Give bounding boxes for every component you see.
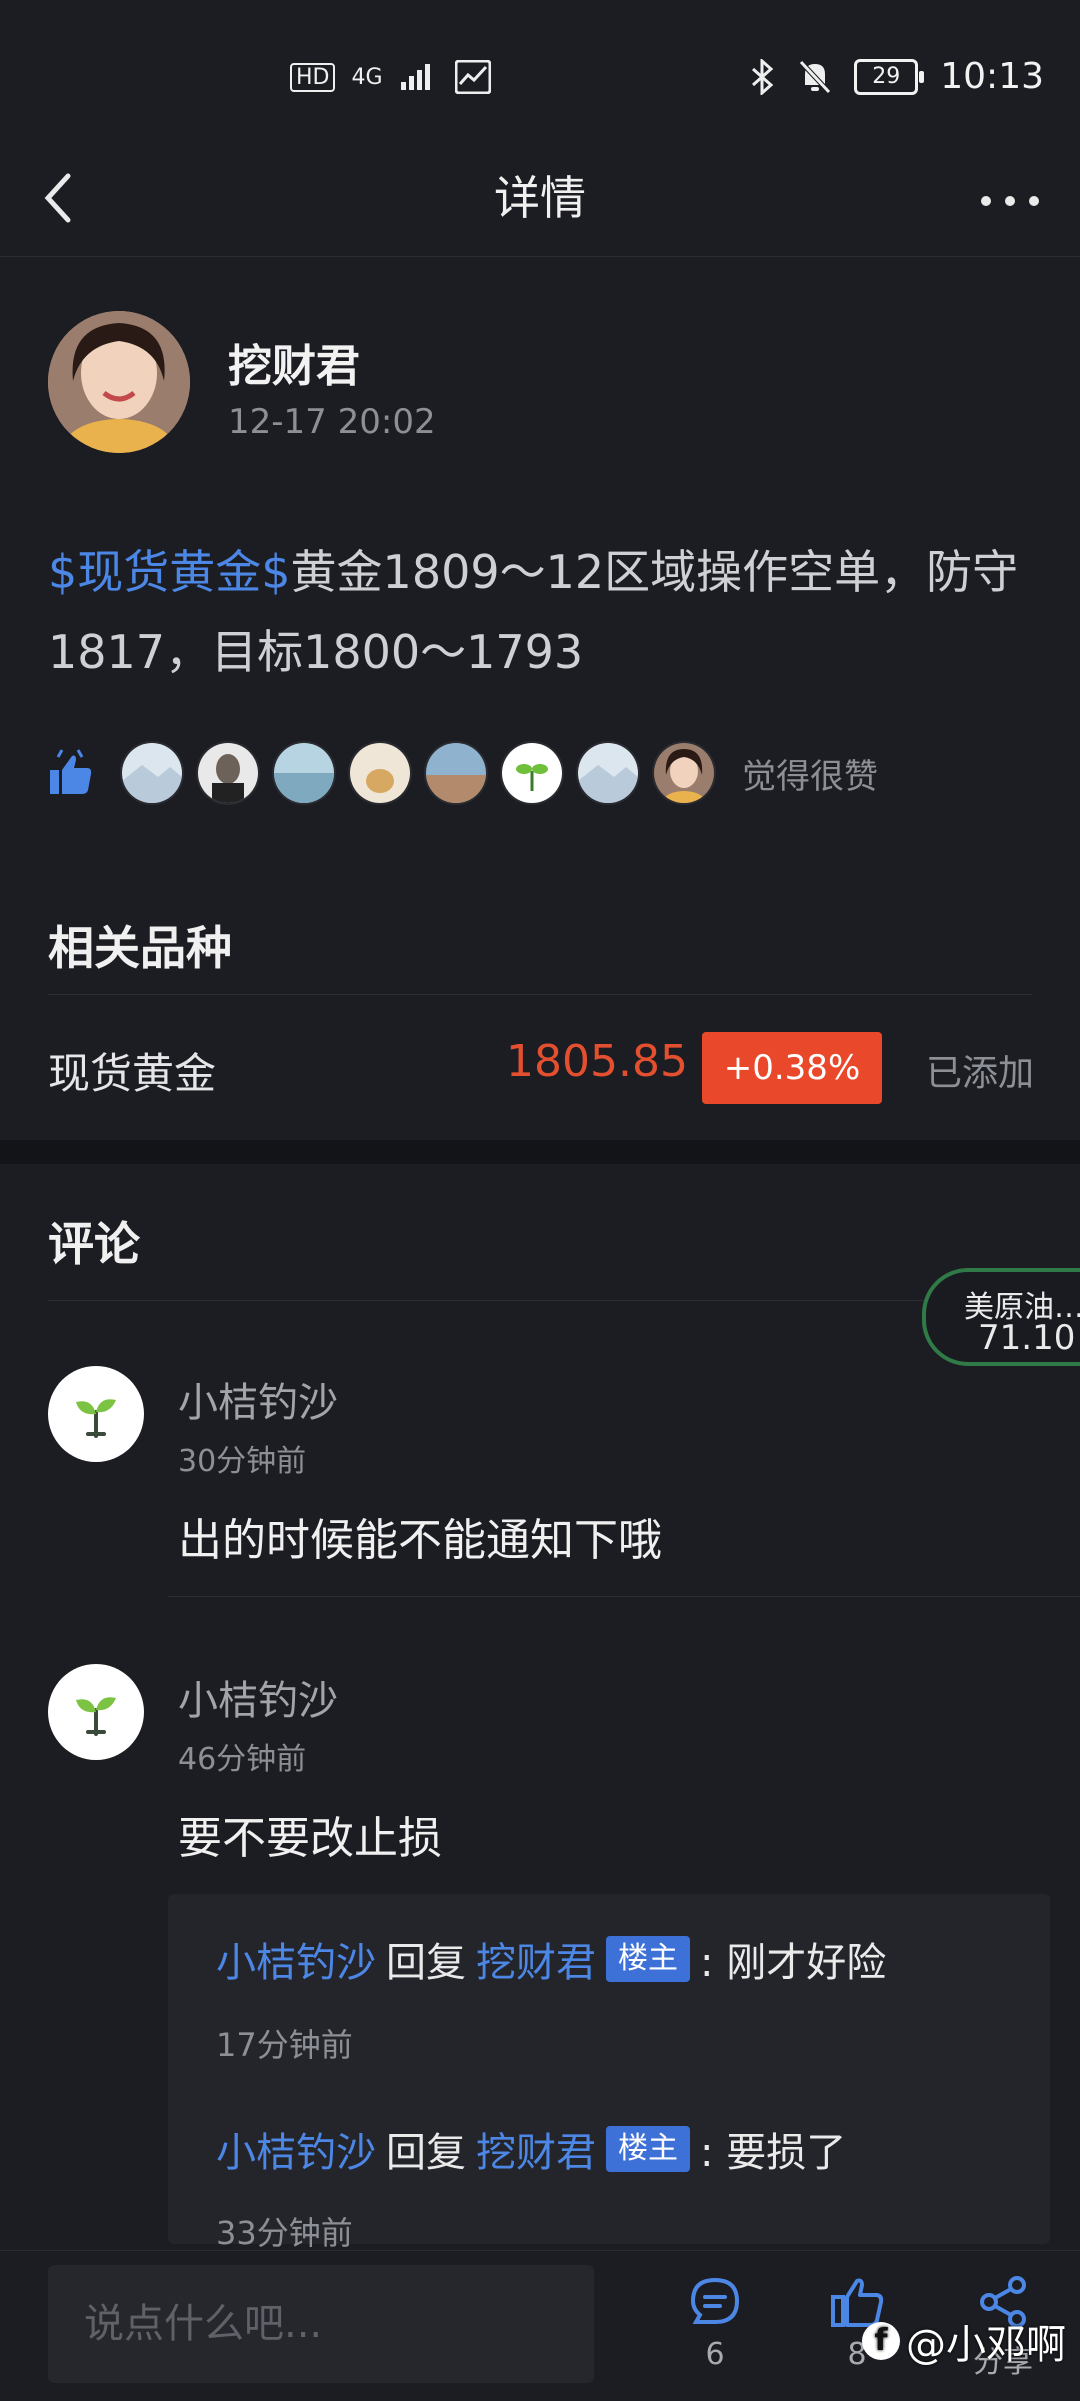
chart-app-icon: [454, 60, 491, 94]
comment-bubble-icon: [690, 2277, 740, 2324]
clock: 10:13: [940, 56, 1044, 97]
liker-avatar: [500, 741, 564, 805]
comment-text[interactable]: 要不要改止损: [178, 1802, 442, 1866]
instrument-name[interactable]: 现货黄金: [48, 1040, 216, 1101]
comment-user[interactable]: 小桔钓沙: [178, 1668, 338, 1726]
reply-time: 17分钟前: [216, 2026, 353, 2064]
liker-avatar: [576, 741, 640, 805]
top-nav: 详情: [0, 140, 1080, 257]
author-name[interactable]: 挖财君: [228, 330, 360, 394]
commenter-avatar[interactable]: [48, 1664, 144, 1760]
comment-time: 46分钟前: [178, 1742, 307, 1777]
liker-avatar: [120, 741, 184, 805]
comment-button[interactable]: 6: [670, 2275, 760, 2372]
reply-text: : 刚才好险: [700, 1940, 887, 1986]
reply-from-user[interactable]: 小桔钓沙: [216, 1930, 376, 1988]
op-badge: 楼主: [606, 1936, 690, 1982]
more-dots-icon: [981, 196, 1039, 206]
likes-row[interactable]: 觉得很赞: [48, 740, 878, 806]
status-right: 29 10:13: [750, 56, 1044, 97]
reply-time: 33分钟前: [216, 2214, 353, 2252]
network-indicators: HD 4G: [290, 60, 491, 94]
bell-muted-icon: [799, 59, 832, 94]
battery-indicator: 29: [854, 58, 925, 95]
liker-avatar: [348, 741, 412, 805]
comments-section-title: 评论: [48, 1217, 140, 1271]
reply-line[interactable]: 小桔钓沙 回复 挖财君 楼主 : 要损了: [216, 2120, 846, 2178]
comment-input[interactable]: 说点什么吧...: [48, 2265, 594, 2383]
more-button[interactable]: [970, 158, 1040, 238]
reply-text: : 要损了: [700, 2130, 847, 2176]
replies-box: 小桔钓沙 回复 挖财君 楼主 : 刚才好险 17分钟前 小桔钓沙 回复 挖财君 …: [168, 1894, 1050, 2252]
liker-avatar: [652, 741, 716, 805]
instrument-added-status[interactable]: 已添加: [926, 1044, 1034, 1096]
floating-ticker[interactable]: 美原油… 71.10: [922, 1268, 1080, 1366]
reply-to-user[interactable]: 挖财君: [476, 2120, 596, 2178]
signal-icon: [400, 64, 430, 90]
section-separator: [0, 1140, 1080, 1164]
reply-line[interactable]: 小桔钓沙 回复 挖财君 楼主 : 刚才好险: [216, 1930, 886, 1988]
hd-indicator: HD: [290, 62, 336, 92]
liker-avatar: [424, 741, 488, 805]
comment-text[interactable]: 出的时候能不能通知下哦: [178, 1504, 662, 1568]
post-tag-link[interactable]: $现货黄金$: [48, 545, 291, 599]
likes-text: 觉得很赞: [742, 756, 878, 797]
network-gen-indicator: 4G: [351, 64, 383, 90]
comment-user[interactable]: 小桔钓沙: [178, 1370, 338, 1428]
instrument-price: 1805.85: [506, 1036, 688, 1087]
status-bar: HD 4G 29 10:13: [0, 0, 1080, 140]
reply-to-user[interactable]: 挖财君: [476, 1930, 596, 1988]
watermark: f @小邓啊: [862, 2312, 1066, 2370]
comment-count: 6: [705, 2337, 725, 2372]
liker-avatar: [196, 741, 260, 805]
post-time: 12-17 20:02: [228, 402, 436, 442]
sprout-icon: [76, 1399, 116, 1438]
divider: [48, 994, 1032, 995]
watermark-logo-icon: f: [862, 2322, 900, 2360]
instrument-change-badge: +0.38%: [702, 1032, 882, 1104]
sprout-icon: [76, 1697, 116, 1736]
op-badge: 楼主: [606, 2126, 690, 2172]
page-title: 详情: [494, 171, 586, 225]
reply-from-user[interactable]: 小桔钓沙: [216, 2120, 376, 2178]
author-avatar-image: [48, 311, 190, 453]
reply-verb: 回复: [386, 2130, 466, 2176]
post-content: $现货黄金$黄金1809～12区域操作空单，防守1817，目标1800～1793: [48, 532, 1038, 692]
commenter-avatar[interactable]: [48, 1366, 144, 1462]
bluetooth-icon: [752, 58, 774, 95]
divider: [168, 1596, 1080, 1597]
reply-verb: 回复: [386, 1940, 466, 1986]
author-avatar[interactable]: [48, 311, 190, 453]
liker-avatar: [272, 741, 336, 805]
thumb-up-filled-icon: [50, 749, 92, 794]
watermark-text: @小邓啊: [906, 2322, 1066, 2368]
related-section-title: 相关品种: [48, 921, 232, 975]
ticker-value: 71.10: [978, 1318, 1076, 1358]
comment-time: 30分钟前: [178, 1444, 307, 1479]
